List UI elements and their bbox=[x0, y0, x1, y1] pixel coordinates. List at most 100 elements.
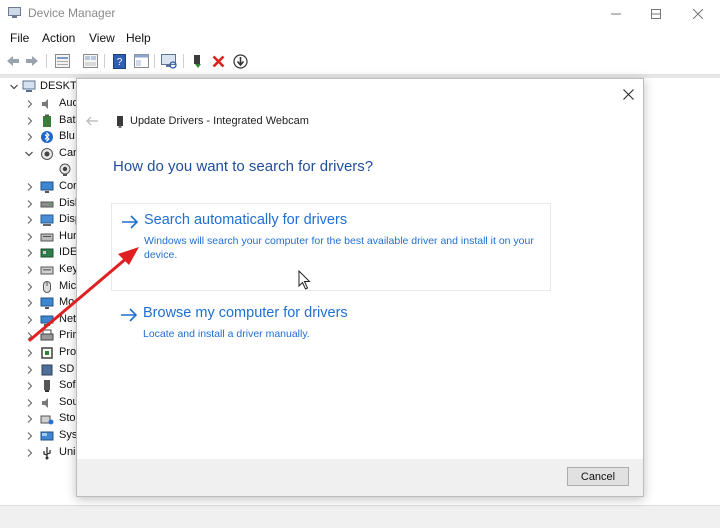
webcam-icon bbox=[59, 163, 71, 177]
help-button[interactable]: ? bbox=[111, 53, 127, 69]
tree-category-item[interactable]: Sou bbox=[0, 395, 80, 411]
tree-item-label: Hur bbox=[59, 229, 77, 242]
console-button[interactable] bbox=[133, 53, 149, 69]
show-hidden-icon bbox=[82, 54, 98, 68]
tree-category-item[interactable]: Blu bbox=[0, 129, 80, 145]
chevron-right-icon bbox=[27, 199, 33, 208]
tree-category-item[interactable]: Disl bbox=[0, 196, 80, 212]
tree-category-item[interactable]: SD bbox=[0, 362, 80, 378]
tree-item-label: Mo bbox=[59, 296, 75, 309]
chevron-right-icon bbox=[27, 282, 33, 291]
tree-item-label: Bat bbox=[59, 113, 76, 126]
tree-category-item[interactable]: Sto bbox=[0, 411, 80, 427]
camera-icon bbox=[41, 147, 53, 160]
tree-item-label: Sys bbox=[59, 429, 78, 441]
menu-action[interactable]: Action bbox=[42, 31, 75, 45]
arrow-right-icon bbox=[122, 215, 139, 229]
enable-device-icon bbox=[194, 54, 201, 68]
monitor-icon bbox=[40, 297, 54, 310]
dialog-close-button[interactable] bbox=[619, 85, 637, 103]
arrow-right-icon bbox=[121, 308, 138, 322]
menu-help[interactable]: Help bbox=[126, 31, 151, 45]
chevron-right-icon bbox=[27, 398, 33, 407]
ide-controller-icon bbox=[40, 248, 54, 258]
scan-hardware-button[interactable] bbox=[161, 53, 177, 69]
chevron-right-icon bbox=[27, 382, 33, 391]
tree-item-label: Cor bbox=[59, 180, 77, 192]
chevron-right-icon bbox=[27, 183, 33, 191]
uninstall-device-button[interactable] bbox=[210, 53, 226, 69]
tree-category-item[interactable]: Sof bbox=[0, 378, 80, 394]
back-button[interactable] bbox=[5, 53, 21, 69]
update-driver-icon bbox=[232, 53, 248, 69]
sd-host-icon bbox=[41, 364, 53, 376]
forward-button[interactable] bbox=[24, 53, 40, 69]
tree-root[interactable]: DESKTO bbox=[0, 79, 85, 95]
tree-category-item[interactable]: Bat bbox=[0, 113, 80, 129]
dialog-title: Update Drivers - Integrated Webcam bbox=[130, 115, 309, 127]
software-device-icon bbox=[44, 380, 50, 393]
chevron-down-icon bbox=[25, 151, 33, 157]
speaker-icon bbox=[42, 99, 48, 109]
uninstall-x-icon bbox=[212, 55, 224, 67]
minimize-btn[interactable] bbox=[596, 0, 636, 28]
tree-category-item[interactable]: Cor bbox=[0, 179, 80, 195]
chevron-down-icon bbox=[10, 84, 18, 90]
close-button[interactable] bbox=[678, 0, 718, 28]
option-description: Locate and install a driver manually. bbox=[143, 328, 310, 340]
network-adapter-icon bbox=[40, 315, 54, 326]
dialog-footer: Cancel bbox=[77, 459, 643, 496]
tree-item-label: Car bbox=[59, 146, 77, 159]
show-hidden-button[interactable] bbox=[82, 53, 98, 69]
menu-bar: File Action View Help bbox=[0, 28, 720, 48]
chevron-right-icon bbox=[27, 415, 33, 424]
back-arrow-icon[interactable] bbox=[85, 115, 99, 127]
tree-item-label: Sof bbox=[59, 379, 76, 392]
tree-item-label: Mic bbox=[59, 279, 77, 292]
scan-hardware-monitor-icon bbox=[161, 53, 177, 69]
menu-file[interactable]: File bbox=[10, 31, 29, 45]
chevron-right-icon bbox=[27, 332, 33, 341]
dialog-heading: How do you want to search for drivers? bbox=[113, 158, 374, 175]
system-devices-icon bbox=[40, 431, 54, 441]
tree-category-item[interactable]: Car bbox=[0, 146, 80, 162]
cancel-button[interactable]: Cancel bbox=[567, 467, 629, 486]
tree-item-label: Uni bbox=[59, 445, 76, 458]
tree-category-item[interactable]: Sys bbox=[0, 428, 80, 444]
processor-icon bbox=[41, 347, 53, 359]
chevron-right-icon bbox=[27, 448, 33, 457]
menu-view[interactable]: View bbox=[89, 31, 115, 45]
battery-icon bbox=[43, 114, 51, 127]
update-driver-button[interactable] bbox=[232, 53, 248, 69]
back-arrow-icon bbox=[7, 56, 19, 66]
tree-category-item[interactable]: Pro bbox=[0, 345, 80, 361]
chevron-right-icon bbox=[27, 349, 33, 357]
maximize-button[interactable] bbox=[636, 0, 676, 28]
tree-category-item[interactable]: Net bbox=[0, 312, 80, 328]
enable-device-button[interactable] bbox=[190, 53, 206, 69]
tree-category-item[interactable]: Mic bbox=[0, 279, 80, 295]
tree-category-item[interactable]: Mo bbox=[0, 295, 80, 311]
maximize-icon bbox=[651, 9, 661, 19]
svg-text:?: ? bbox=[116, 57, 122, 68]
tree-item-label: Pro bbox=[59, 346, 77, 358]
tree-category-item[interactable]: Hur bbox=[0, 229, 80, 245]
close-icon bbox=[622, 88, 634, 100]
tree-category-item[interactable]: Disp bbox=[0, 212, 81, 228]
monitor-icon bbox=[40, 181, 54, 193]
chevron-right-icon bbox=[27, 232, 33, 241]
speaker-icon bbox=[42, 397, 48, 408]
tree-child-item[interactable] bbox=[0, 162, 80, 178]
chevron-right-icon bbox=[27, 100, 33, 108]
browse-computer-option[interactable]: Browse my computer for drivers Locate an… bbox=[111, 297, 549, 347]
tree-category-item[interactable]: Prir bbox=[0, 328, 80, 344]
tree-category-item[interactable]: Uni bbox=[0, 445, 80, 461]
search-automatically-option[interactable]: Search automatically for drivers Windows… bbox=[111, 203, 551, 291]
storage-icon bbox=[40, 415, 54, 425]
window-title: Device Manager bbox=[28, 6, 116, 20]
properties-button[interactable] bbox=[54, 53, 70, 69]
tree-category-item[interactable]: Aud bbox=[0, 96, 80, 112]
tree-category-item[interactable]: IDE bbox=[0, 245, 80, 261]
device-manager-icon bbox=[8, 7, 21, 18]
tree-category-item[interactable]: Key bbox=[0, 262, 80, 278]
